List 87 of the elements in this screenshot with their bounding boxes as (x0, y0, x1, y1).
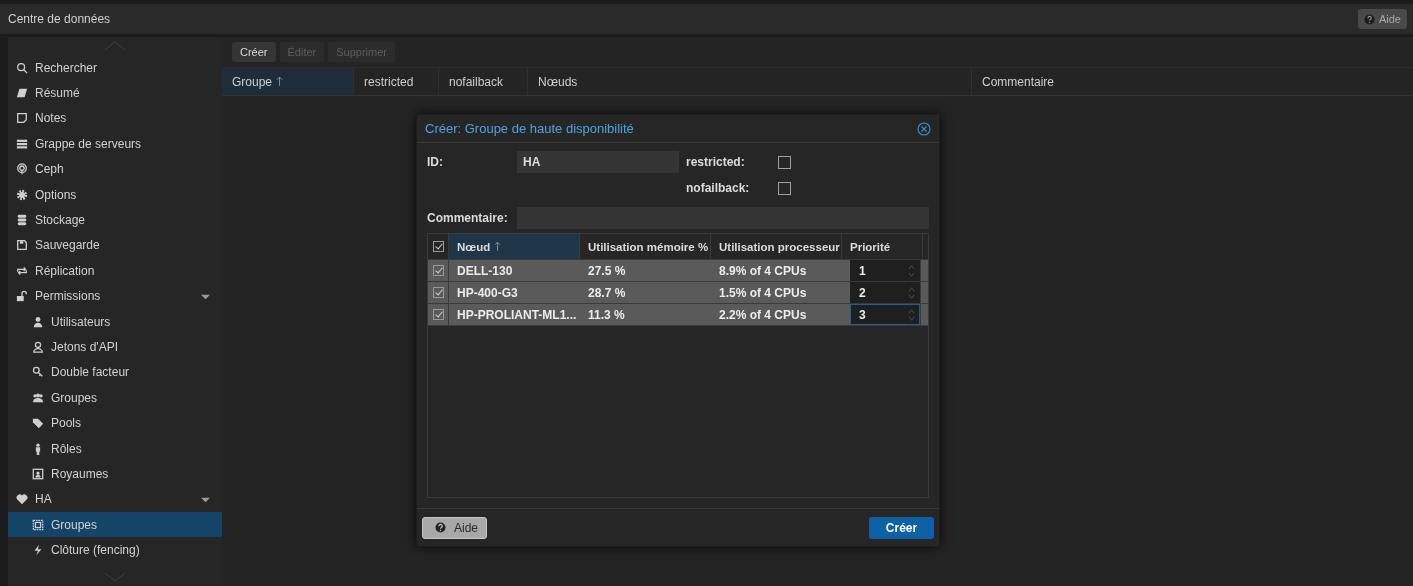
help-button[interactable]: Aide (1357, 9, 1407, 29)
column-header[interactable]: Utilisation mémoire % (580, 234, 711, 260)
checkbox[interactable] (778, 155, 791, 169)
id-field[interactable]: HA (517, 151, 679, 174)
sidebar-item[interactable]: Pools (8, 410, 222, 436)
table-cell-text: 28.7 % (587, 284, 627, 302)
sidebar-item[interactable]: Réplication (8, 258, 222, 284)
search-icon (16, 61, 28, 74)
contact-card-icon (32, 467, 44, 480)
create-button[interactable]: Créer (869, 516, 934, 539)
sidebar-item[interactable]: Sauvegarde (8, 232, 222, 259)
sidebar-item[interactable]: Permissions (8, 283, 222, 309)
field-label: restricted: (686, 155, 746, 170)
priority-field[interactable]: 2 (850, 282, 920, 304)
datacenter-title: Centre de données (8, 12, 111, 26)
help-icon (435, 522, 446, 534)
column-header[interactable]: Commentaire (972, 68, 1413, 95)
column-header[interactable]: Utilisation processeur (711, 234, 842, 260)
field-label: nofailback: (686, 181, 751, 196)
checkbox[interactable] (778, 181, 791, 195)
grid-row[interactable]: HP-400-G3 28.7 % 1.5% of 4 CPUs 2 (428, 282, 928, 305)
sidebar-item[interactable]: Groupes (8, 385, 222, 411)
sidebar-item[interactable]: Jetons d'API (8, 334, 222, 360)
column-header[interactable]: Groupe (222, 68, 354, 95)
field-label: Commentaire: (427, 210, 509, 228)
sidebar-item[interactable]: Ceph (8, 156, 222, 182)
lightning-icon (32, 544, 44, 557)
grid-row[interactable]: DELL-130 27.5 % 8.9% of 4 CPUs 1 (428, 260, 928, 283)
checkbox[interactable] (432, 309, 444, 321)
table-cell-text: DELL-130 (456, 262, 514, 280)
spinner-icon[interactable] (908, 285, 915, 300)
checkbox[interactable] (432, 241, 444, 253)
column-header[interactable]: Nœuds (528, 68, 972, 95)
note-icon (16, 112, 28, 125)
sidebar-item[interactable]: Clôture (fencing) (8, 537, 222, 563)
column-header[interactable]: nofailback (439, 68, 528, 95)
column-header[interactable]: Priorité (842, 234, 923, 260)
sidebar-item[interactable]: Royaumes (8, 461, 222, 487)
table-cell-text: HP-400-G3 (456, 284, 519, 302)
help-button[interactable]: Aide (422, 516, 487, 539)
priority-field[interactable]: 3 (850, 304, 920, 326)
sidebar-item[interactable]: Stockage (8, 207, 222, 233)
server-icon (16, 137, 28, 150)
unlock-icon (16, 290, 28, 303)
table-cell-text: HP-PROLIANT-ML1... (456, 306, 578, 324)
sidebar-item[interactable]: Résumé (8, 80, 222, 106)
book-icon (16, 87, 28, 100)
priority-field[interactable]: 1 (850, 260, 920, 282)
column-header[interactable]: restricted (354, 68, 439, 95)
tag-icon (32, 417, 44, 430)
sidebar-item[interactable]: Utilisateurs (8, 308, 222, 335)
spinner-icon[interactable] (908, 307, 915, 322)
gear-icon (16, 188, 28, 201)
sidebar-item[interactable]: Options (8, 181, 222, 208)
spinner-icon[interactable] (908, 263, 915, 278)
user-icon (32, 315, 44, 328)
signal-icon (16, 163, 28, 176)
table-cell-text: 27.5 % (587, 262, 627, 280)
database-icon (16, 214, 28, 227)
table-cell-text: 11.3 % (587, 306, 626, 324)
table-cell-text: 2.2% of 4 CPUs (718, 306, 808, 324)
group-icon (32, 518, 44, 531)
table-cell-text: 8.9% of 4 CPUs (718, 262, 808, 280)
sidebar-item[interactable]: Grappe de serveurs (8, 131, 222, 157)
grid-row[interactable]: HP-PROLIANT-ML1... 11.3 % 2.2% of 4 CPUs 3 (428, 304, 928, 327)
dialog-title: Créer: Groupe de haute disponibilité (425, 121, 634, 137)
sidebar-item[interactable]: Groupes (8, 512, 222, 538)
sort-arrow-icon (494, 241, 502, 253)
sidebar-item[interactable]: Double facteur (8, 359, 222, 386)
user-outline-icon (32, 341, 44, 353)
heart-icon (16, 493, 28, 506)
sort-arrow-icon (276, 76, 284, 87)
close-icon[interactable] (917, 121, 931, 136)
sidebar-item[interactable]: HA (8, 486, 222, 513)
column-header[interactable]: Nœud (449, 234, 580, 260)
help-icon (1363, 13, 1375, 25)
checkbox[interactable] (432, 265, 444, 277)
sidebar-item[interactable]: Rechercher (8, 55, 222, 81)
key-icon (32, 366, 44, 379)
table-cell-text: 1.5% of 4 CPUs (718, 284, 808, 302)
field-label: ID: (427, 154, 444, 172)
sidebar-item[interactable]: Notes (8, 105, 222, 132)
sync-icon (16, 264, 28, 277)
sidebar-item[interactable]: Rôles (8, 435, 222, 462)
toolbar-button[interactable]: Créer (232, 42, 276, 62)
users-icon (32, 391, 44, 404)
checkbox[interactable] (432, 287, 444, 299)
